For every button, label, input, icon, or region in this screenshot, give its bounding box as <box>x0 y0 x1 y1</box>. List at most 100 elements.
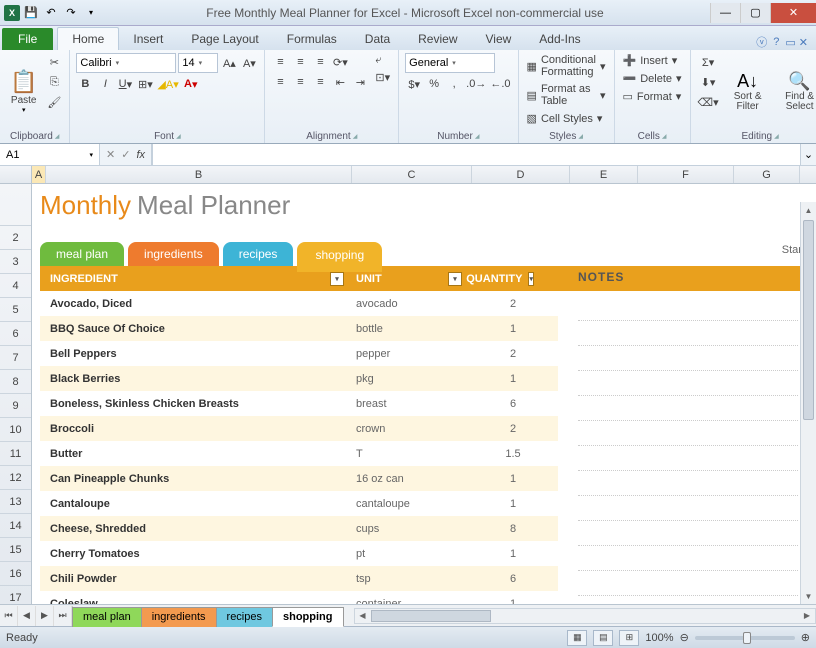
delete-cells-button[interactable]: ➖Delete ▾ <box>621 71 684 86</box>
row-header-6[interactable]: 6 <box>0 322 31 346</box>
column-header-C[interactable]: C <box>352 166 472 183</box>
column-header-D[interactable]: D <box>472 166 570 183</box>
table-row[interactable]: Cheese, Shreddedcups8 <box>40 516 558 541</box>
ribbon-tab-formulas[interactable]: Formulas <box>273 28 351 50</box>
row-header-11[interactable]: 11 <box>0 442 31 466</box>
align-bottom-icon[interactable]: ≡ <box>311 53 329 71</box>
sheet-tab-meal-plan[interactable]: meal plan <box>72 607 142 627</box>
row-header-7[interactable]: 7 <box>0 346 31 370</box>
table-row[interactable]: Cherry Tomatoespt1 <box>40 541 558 566</box>
view-pagelayout-icon[interactable]: ▤ <box>593 630 613 646</box>
hscroll-thumb[interactable] <box>371 610 491 622</box>
zoom-out-icon[interactable]: ⊖ <box>680 631 689 644</box>
row-header-17[interactable]: 17 <box>0 586 31 604</box>
underline-button[interactable]: U▾ <box>116 75 134 93</box>
filter-ingredient-icon[interactable]: ▾ <box>330 272 344 286</box>
view-pagebreak-icon[interactable]: ⊞ <box>619 630 639 646</box>
table-row[interactable]: ButterT1.5 <box>40 441 558 466</box>
help-icon[interactable]: ? <box>773 36 779 48</box>
qat-customize-icon[interactable]: ▾ <box>82 4 100 22</box>
scroll-down-icon[interactable]: ▼ <box>801 588 816 604</box>
ribbon-tab-home[interactable]: Home <box>57 27 119 50</box>
file-tab[interactable]: File <box>2 28 53 50</box>
fill-icon[interactable]: ⬇▾ <box>697 73 720 91</box>
align-middle-icon[interactable]: ≡ <box>291 53 309 71</box>
qat-undo-icon[interactable]: ↶ <box>42 4 60 22</box>
column-header-B[interactable]: B <box>46 166 352 183</box>
enter-formula-icon[interactable]: ✓ <box>121 148 130 161</box>
border-button[interactable]: ⊞▾ <box>136 75 154 93</box>
sheet-nav-first-icon[interactable]: ⏮ <box>0 606 18 626</box>
row-header-4[interactable]: 4 <box>0 274 31 298</box>
cut-icon[interactable]: ✂ <box>45 53 63 71</box>
row-header-3[interactable]: 3 <box>0 250 31 274</box>
format-cells-button[interactable]: ▭Format ▾ <box>621 89 684 104</box>
sort-filter-button[interactable]: A↓ Sort & Filter <box>724 53 772 129</box>
sheet-tab-shopping[interactable]: shopping <box>272 607 344 627</box>
column-header-E[interactable]: E <box>570 166 638 183</box>
number-format-combo[interactable]: General▾ <box>405 53 495 73</box>
row-header-10[interactable]: 10 <box>0 418 31 442</box>
window-controls-icon[interactable]: ▭ ✕ <box>785 36 808 49</box>
italic-button[interactable]: I <box>96 75 114 93</box>
tab-recipes[interactable]: recipes <box>223 242 294 266</box>
row-header-14[interactable]: 14 <box>0 514 31 538</box>
sheet-nav-prev-icon[interactable]: ◀ <box>18 606 36 626</box>
table-row[interactable]: Avocado, Dicedavocado2 <box>40 291 558 316</box>
row-header-16[interactable]: 16 <box>0 562 31 586</box>
hscroll-right-icon[interactable]: ▶ <box>799 611 815 620</box>
font-name-combo[interactable]: Calibri▾ <box>76 53 176 73</box>
comma-icon[interactable]: , <box>445 75 463 93</box>
paste-button[interactable]: 📋 Paste ▾ <box>6 53 41 129</box>
find-select-button[interactable]: 🔍 Find & Select <box>776 53 816 129</box>
row-header-15[interactable]: 15 <box>0 538 31 562</box>
column-header-A[interactable]: A <box>32 166 46 183</box>
wrap-text-button[interactable]: ⤶ <box>373 53 392 68</box>
increase-decimal-icon[interactable]: .0→ <box>465 75 487 93</box>
decrease-font-icon[interactable]: A▾ <box>240 54 258 72</box>
align-left-icon[interactable]: ≡ <box>271 73 289 91</box>
cell-styles-button[interactable]: ▧Cell Styles ▾ <box>525 111 608 126</box>
column-header-F[interactable]: F <box>638 166 734 183</box>
row-header-5[interactable]: 5 <box>0 298 31 322</box>
ribbon-tab-insert[interactable]: Insert <box>119 28 177 50</box>
font-size-combo[interactable]: 14▾ <box>178 53 218 73</box>
ribbon-tab-review[interactable]: Review <box>404 28 471 50</box>
hscroll-left-icon[interactable]: ◀ <box>355 611 371 620</box>
row-header-2[interactable]: 2 <box>0 226 31 250</box>
currency-icon[interactable]: $▾ <box>405 75 423 93</box>
view-normal-icon[interactable]: ▦ <box>567 630 587 646</box>
row-header-12[interactable]: 12 <box>0 466 31 490</box>
select-all-corner[interactable] <box>0 166 32 183</box>
qat-redo-icon[interactable]: ↷ <box>62 4 80 22</box>
autosum-icon[interactable]: Σ▾ <box>697 53 720 71</box>
zoom-slider[interactable] <box>695 636 795 640</box>
ribbon-tab-addins[interactable]: Add-Ins <box>525 28 594 50</box>
decrease-decimal-icon[interactable]: ←.0 <box>489 75 511 93</box>
conditional-formatting-button[interactable]: ▦Conditional Formatting ▾ <box>525 53 608 79</box>
cells[interactable]: Monthly Meal Planner meal plan ingredien… <box>32 184 816 604</box>
align-center-icon[interactable]: ≡ <box>291 73 309 91</box>
cancel-formula-icon[interactable]: ✕ <box>106 148 115 161</box>
tab-shopping[interactable]: shopping <box>297 242 382 272</box>
table-row[interactable]: Cantaloupecantaloupe1 <box>40 491 558 516</box>
row-header-9[interactable]: 9 <box>0 394 31 418</box>
row-header-8[interactable]: 8 <box>0 370 31 394</box>
orientation-icon[interactable]: ⟳▾ <box>331 53 349 71</box>
align-right-icon[interactable]: ≡ <box>311 73 329 91</box>
indent-dec-icon[interactable]: ⇤ <box>331 73 349 91</box>
qat-save-icon[interactable]: 💾 <box>22 4 40 22</box>
sheet-tab-ingredients[interactable]: ingredients <box>141 607 217 627</box>
scroll-thumb[interactable] <box>803 220 814 420</box>
increase-font-icon[interactable]: A▴ <box>220 54 238 72</box>
table-row[interactable]: Boneless, Skinless Chicken Breastsbreast… <box>40 391 558 416</box>
merge-center-button[interactable]: ⊡▾ <box>373 70 392 85</box>
table-row[interactable]: Black Berriespkg1 <box>40 366 558 391</box>
percent-icon[interactable]: % <box>425 75 443 93</box>
maximize-button[interactable]: ▢ <box>740 3 770 23</box>
ribbon-tab-view[interactable]: View <box>472 28 526 50</box>
sheet-tab-recipes[interactable]: recipes <box>216 607 273 627</box>
tab-ingredients[interactable]: ingredients <box>128 242 219 266</box>
row-header-13[interactable]: 13 <box>0 490 31 514</box>
filter-unit-icon[interactable]: ▾ <box>448 272 462 286</box>
